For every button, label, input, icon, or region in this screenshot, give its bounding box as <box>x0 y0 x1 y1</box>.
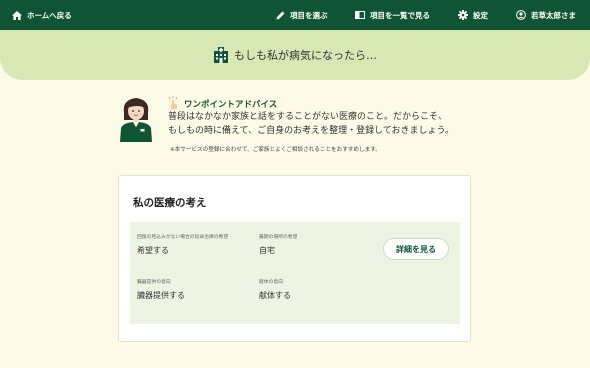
one-point-advice: ワンポイントアドバイス 普段はなかなか家族と話をすることがない医療のこと。だから… <box>116 92 476 158</box>
select-items-label: 項目を選ぶ <box>290 10 328 20</box>
field-value: 自宅 <box>259 246 275 255</box>
page-header-banner: もしも私が病気になったら… <box>0 30 590 80</box>
life-prolonging-treatment-field: 回復の見込みがない場合の延命治療の希望 希望する <box>137 234 228 256</box>
body-donation-field: 献体の意向 献体する <box>259 279 291 301</box>
settings-label: 設定 <box>473 10 488 20</box>
home-link[interactable]: ホームへ戻る <box>12 0 72 30</box>
home-icon <box>12 10 22 20</box>
page-title: もしも私が病気になったら… <box>234 49 377 62</box>
user-menu[interactable]: 若草太郎さま <box>516 0 576 30</box>
view-details-button[interactable]: 詳細を見る <box>383 238 449 260</box>
pencil-icon <box>276 11 285 19</box>
nurse-illustration <box>120 98 152 142</box>
medical-wishes-card: 私の医療の考え 回復の見込みがない場合の延命治療の希望 希望する 最期の場所の希… <box>118 175 471 342</box>
user-name-label: 若草太郎さま <box>531 10 576 20</box>
settings-link[interactable]: 設定 <box>458 0 488 30</box>
card-title: 私の医療の考え <box>133 197 207 209</box>
advice-line-1: 普段はなかなか家族と話をすることがない医療のこと。だからこそ、 <box>168 112 448 122</box>
view-all-link[interactable]: 項目を一覧で見る <box>355 0 430 30</box>
field-label: 献体の意向 <box>259 280 283 285</box>
advice-line-2: もしもの時に備えて、ご自身のお考えを整理・登録しておきましょう。 <box>168 126 455 136</box>
medical-wishes-summary: 回復の見込みがない場合の延命治療の希望 希望する 最期の場所の希望 自宅 臓器提… <box>130 222 460 324</box>
top-navigation-bar: ホームへ戻る 項目を選ぶ 項目を一覧で見る 設定 若草太郎さま <box>0 0 590 30</box>
place-of-death-field: 最期の場所の希望 自宅 <box>259 234 297 256</box>
field-value: 献体する <box>259 291 291 300</box>
view-all-label: 項目を一覧で見る <box>370 10 430 20</box>
field-value: 希望する <box>137 246 169 255</box>
gear-icon <box>458 10 468 20</box>
select-items-link[interactable]: 項目を選ぶ <box>276 0 328 30</box>
field-value: 臓器提供する <box>137 291 185 300</box>
field-label: 最期の場所の希望 <box>259 235 298 240</box>
field-label: 回復の見込みがない場合の延命治療の希望 <box>137 235 229 240</box>
advice-header: ワンポイントアドバイス <box>168 96 277 110</box>
advice-body: 普段はなかなか家族と話をすることがない医療のこと。だからこそ、 もしもの時に備え… <box>168 110 454 138</box>
pointing-hand-icon <box>168 96 178 110</box>
field-label: 臓器提供の意向 <box>137 280 171 285</box>
hospital-icon <box>214 47 228 63</box>
list-view-icon <box>355 11 365 19</box>
organ-donation-field: 臓器提供の意向 臓器提供する <box>137 279 185 301</box>
user-icon <box>516 10 526 20</box>
advice-note: ※本サービスの登録に合わせて、ご家族とよくご相談されることをおすすめします。 <box>170 147 381 153</box>
home-link-label: ホームへ戻る <box>27 10 72 20</box>
advice-title: ワンポイントアドバイス <box>184 100 278 110</box>
